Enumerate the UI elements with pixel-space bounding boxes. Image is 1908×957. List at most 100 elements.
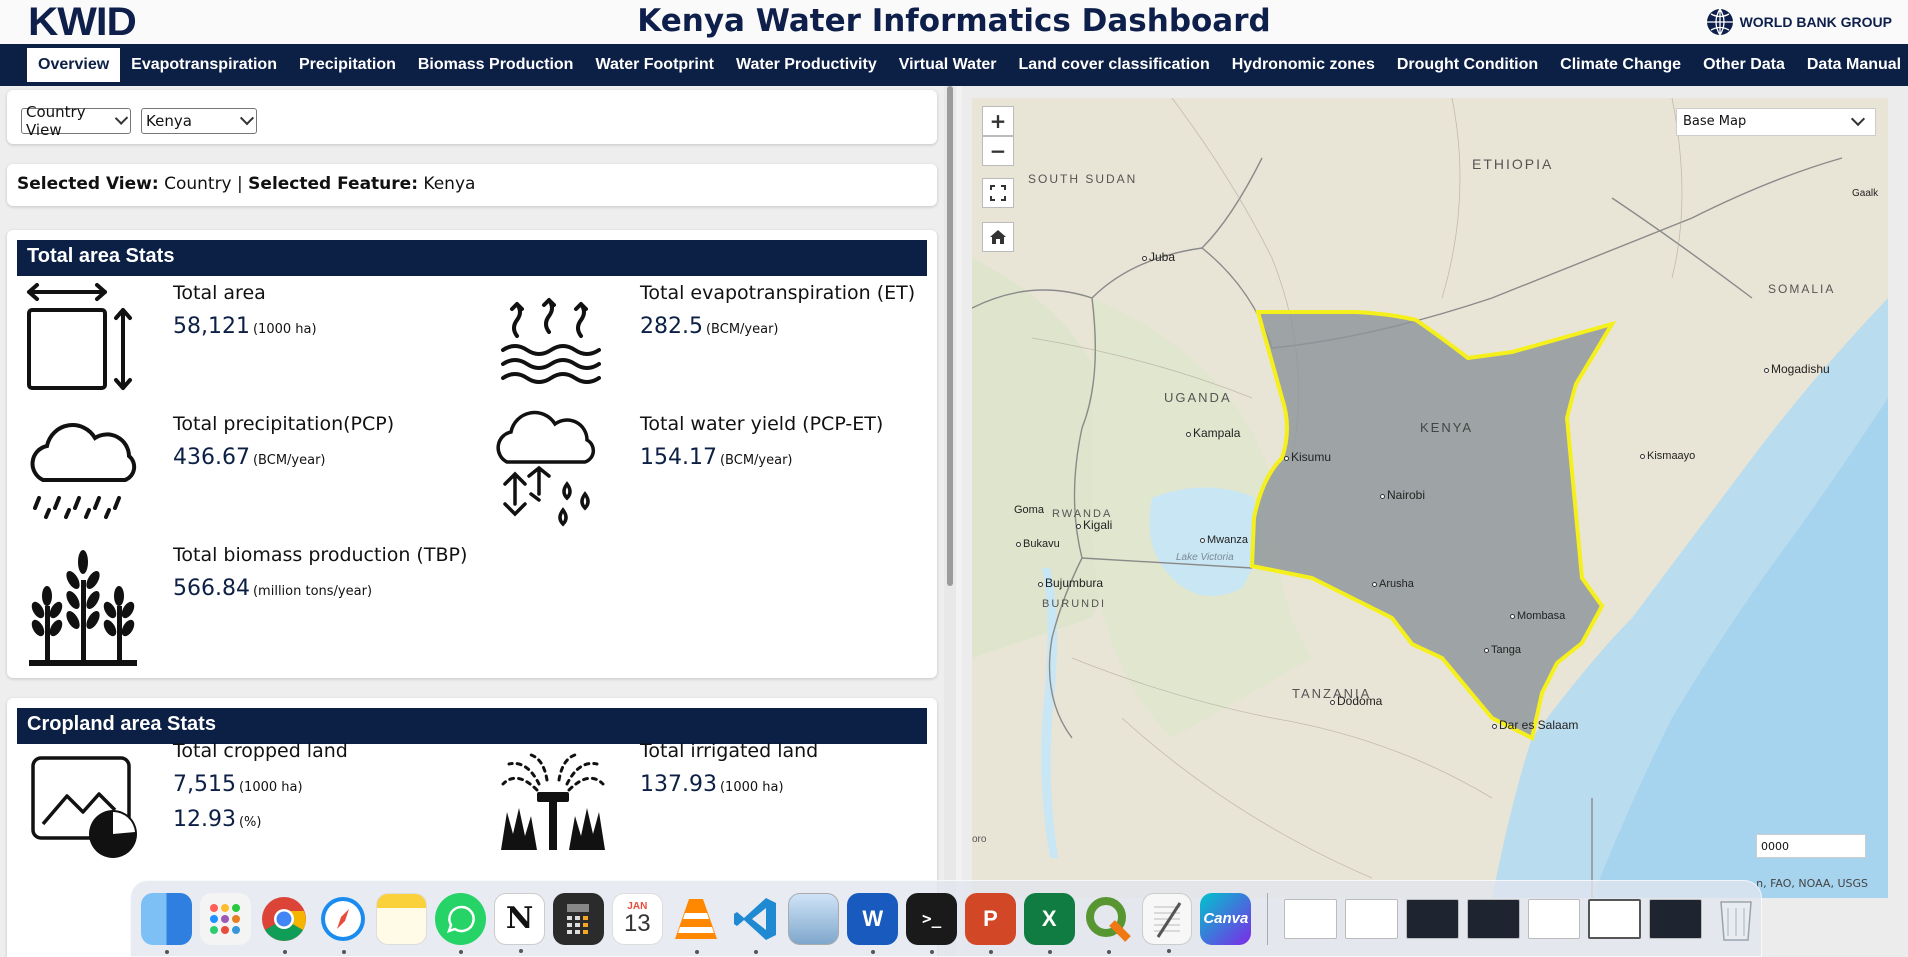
stat-total-et: Total evapotranspiration (ET) 282.5 (BCM/… [640, 282, 915, 339]
safari-icon[interactable] [318, 893, 369, 954]
tab-climate-change[interactable]: Climate Change [1549, 48, 1692, 82]
zoom-in-button[interactable]: + [982, 106, 1014, 136]
map-label-country: UGANDA [1164, 390, 1232, 405]
stat-total-area: Total area 58,121 (1000 ha) [173, 282, 317, 339]
map-label-city: Bujumbura [1038, 576, 1103, 590]
zoom-out-button[interactable]: − [982, 136, 1014, 166]
notion-icon[interactable]: N [494, 892, 545, 953]
launchpad-icon[interactable] [199, 892, 251, 945]
qgis-icon[interactable] [1083, 893, 1134, 954]
finder-icon[interactable] [141, 892, 192, 954]
stat-value: 7,515 (1000 ha) [173, 772, 348, 797]
word-icon[interactable]: W [847, 892, 899, 954]
tab-other-data[interactable]: Other Data [1692, 48, 1796, 82]
stat-unit: (million tons/year) [252, 584, 373, 599]
feature-select-value: Kenya [146, 112, 192, 130]
crops-icon [29, 550, 137, 666]
selection-separator: | [237, 174, 243, 194]
selected-view-label: Selected View: [17, 174, 159, 194]
tab-hydronomic-zones[interactable]: Hydronomic zones [1221, 48, 1386, 82]
stat-unit: (1000 ha) [719, 780, 784, 795]
powerpoint-icon[interactable]: P [965, 892, 1016, 954]
world-bank-logo: WORLD BANK GROUP [1705, 7, 1892, 37]
tab-evapotranspiration[interactable]: Evapotranspiration [120, 48, 288, 82]
stat-value: 58,121 (1000 ha) [173, 314, 317, 339]
textedit-icon[interactable] [1141, 892, 1193, 953]
preview-icon[interactable] [788, 892, 840, 945]
window-thumbnail[interactable] [1649, 898, 1703, 939]
map-label-country: SOUTH SUDAN [1028, 172, 1138, 186]
canva-icon[interactable]: Canva [1200, 892, 1252, 945]
selected-view-value: Country [164, 174, 232, 194]
calculator-icon[interactable] [553, 892, 604, 945]
tab-precipitation[interactable]: Precipitation [288, 48, 407, 82]
water-yield-icon [496, 410, 596, 527]
window-thumbnail[interactable] [1588, 898, 1642, 939]
tab-land-cover[interactable]: Land cover classification [1008, 48, 1221, 82]
map-label-city: Gaalk [1852, 188, 1879, 199]
stat-value: 282.5 (BCM/year) [640, 314, 915, 339]
window-thumbnail[interactable] [1405, 898, 1459, 939]
stat-total-water-yield: Total water yield (PCP-ET) 154.17 (BCM/ye… [640, 413, 883, 470]
tab-virtual-water[interactable]: Virtual Water [888, 48, 1008, 82]
window-thumbnail[interactable] [1527, 898, 1581, 939]
whatsapp-icon[interactable] [435, 892, 487, 954]
terminal-icon[interactable]: >_ [906, 892, 957, 954]
window-thumbnail[interactable] [1284, 898, 1338, 939]
map-label-city: Goma [1014, 504, 1044, 516]
tab-overview[interactable]: Overview [27, 48, 121, 82]
vscode-icon[interactable] [730, 893, 781, 954]
tab-data-manual[interactable]: Data Manual [1796, 48, 1908, 82]
notes-icon[interactable] [376, 892, 428, 945]
rain-cloud-icon [30, 423, 137, 519]
window-thumbnail[interactable] [1345, 898, 1398, 939]
stat-total-precipitation: Total precipitation(PCP) 436.67 (BCM/year… [173, 413, 394, 470]
map-attribution: n, FAO, NOAA, USGS [1756, 877, 1868, 890]
chevron-down-icon [239, 111, 255, 126]
stat-value: 154.17 (BCM/year) [640, 445, 883, 470]
stat-number: 137.93 [640, 772, 717, 797]
excel-icon[interactable]: X [1023, 892, 1075, 954]
stat-value-secondary: 12.93 (%) [173, 807, 348, 832]
map-label-city: Bukavu [1016, 538, 1060, 550]
stat-unit: (BCM/year) [252, 453, 326, 468]
stat-total-biomass: Total biomass production (TBP) 566.84 (mi… [173, 544, 467, 601]
vlc-icon[interactable] [671, 893, 722, 954]
map-label-city: Mogadishu [1764, 362, 1830, 376]
selected-feature-label: Selected Feature: [248, 174, 418, 194]
stat-label: Total precipitation(PCP) [173, 413, 395, 435]
chrome-icon[interactable] [259, 893, 310, 954]
map-canvas[interactable]: + − Base Map ETHIOPIA SOUTH SUDAN SOMALI… [972, 98, 1888, 898]
tab-drought-condition[interactable]: Drought Condition [1386, 48, 1549, 82]
stat-label: Total area [173, 282, 266, 304]
fullscreen-icon [990, 185, 1006, 201]
stat-unit: (%) [238, 815, 262, 830]
stat-number: 566.84 [173, 576, 250, 601]
tab-water-productivity[interactable]: Water Productivity [725, 48, 888, 82]
stat-unit: (1000 ha) [238, 780, 303, 795]
map-label-country: ETHIOPIA [1472, 156, 1554, 172]
feature-select[interactable]: Kenya [141, 108, 257, 134]
map-label-city: Mombasa [1510, 610, 1565, 622]
stat-number: 58,121 [173, 314, 250, 339]
window-thumbnail[interactable] [1466, 898, 1520, 939]
stat-value: 436.67 (BCM/year) [173, 445, 394, 470]
stat-number: 7,515 [173, 772, 236, 797]
cropland-chart-icon [31, 756, 137, 858]
stat-label: Total biomass production (TBP) [173, 544, 468, 566]
scrollbar-thumb[interactable] [947, 86, 953, 586]
map-label-country: KENYA [1420, 420, 1474, 435]
view-select[interactable]: Country View [21, 103, 131, 139]
map-scale: 0000 [1756, 834, 1866, 858]
stats-panel: Country View Kenya Selected View: Countr… [0, 86, 948, 957]
basemap-select[interactable]: Base Map [1676, 108, 1876, 136]
map-label-city: Mwanza [1200, 534, 1248, 546]
fullscreen-button[interactable] [982, 178, 1014, 208]
tab-water-footprint[interactable]: Water Footprint [584, 48, 725, 82]
calendar-icon[interactable]: JAN 13 [611, 892, 663, 945]
home-button[interactable] [982, 222, 1014, 252]
tab-biomass-production[interactable]: Biomass Production [407, 48, 585, 82]
trash-icon[interactable] [1710, 893, 1761, 945]
map-label-city: Dar es Salaam [1492, 718, 1578, 732]
selection-card: Selected View: Country | Selected Featur… [7, 164, 937, 206]
